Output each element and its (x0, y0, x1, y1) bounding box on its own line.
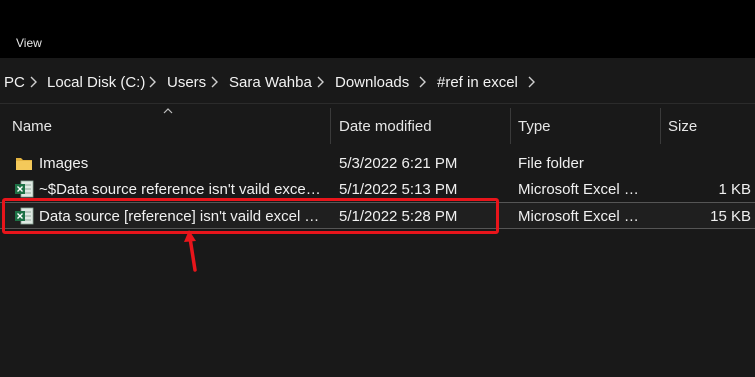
annotation-arrow-icon (184, 230, 197, 272)
column-header-type[interactable]: Type (518, 118, 551, 135)
breadcrumb-pc[interactable]: PC (4, 74, 25, 91)
file-date: 5/3/2022 6:21 PM (339, 155, 458, 172)
file-row-images[interactable]: Images 5/3/2022 6:21 PM File folder (0, 150, 755, 177)
breadcrumb-ref-in-excel[interactable]: #ref in excel (437, 74, 518, 91)
chevron-right-icon[interactable] (525, 75, 537, 89)
sort-ascending-icon (163, 108, 173, 114)
folder-icon (16, 158, 32, 170)
file-type: Microsoft Excel Worksheet (518, 181, 650, 198)
excel-file-icon (15, 180, 34, 198)
address-bar[interactable]: PC Local Disk (C:) Users Sara Wahba Down… (0, 61, 755, 104)
chevron-right-icon[interactable] (146, 75, 158, 89)
chevron-right-icon[interactable] (416, 75, 428, 89)
column-header-date[interactable]: Date modified (339, 118, 432, 135)
highlight-annotation-box (2, 198, 499, 234)
file-date: 5/1/2022 5:13 PM (339, 181, 458, 198)
column-header-size[interactable]: Size (668, 118, 697, 135)
column-divider[interactable] (660, 108, 661, 144)
chevron-right-icon[interactable] (208, 75, 220, 89)
file-type: File folder (518, 155, 584, 172)
column-header-row: Name Date modified Type Size (0, 104, 755, 146)
column-header-name[interactable]: Name (12, 118, 52, 135)
column-divider[interactable] (510, 108, 511, 144)
breadcrumb-downloads[interactable]: Downloads (335, 74, 409, 91)
breadcrumb-users[interactable]: Users (167, 74, 206, 91)
chevron-right-icon[interactable] (314, 75, 326, 89)
file-size: 1 KB (718, 181, 751, 198)
column-divider[interactable] (330, 108, 331, 144)
file-name: Images (39, 155, 89, 172)
chevron-right-icon[interactable] (27, 75, 39, 89)
breadcrumb-local-disk[interactable]: Local Disk (C:) (47, 74, 145, 91)
ribbon-tab-view[interactable]: View (16, 36, 42, 50)
file-size: 15 KB (710, 208, 751, 225)
ribbon: View (0, 0, 755, 58)
breadcrumb-sara-wahba[interactable]: Sara Wahba (229, 74, 312, 91)
file-name: ~$Data source reference isn't vaild exce… (39, 181, 323, 198)
file-type: Microsoft Excel Worksheet (518, 208, 650, 225)
